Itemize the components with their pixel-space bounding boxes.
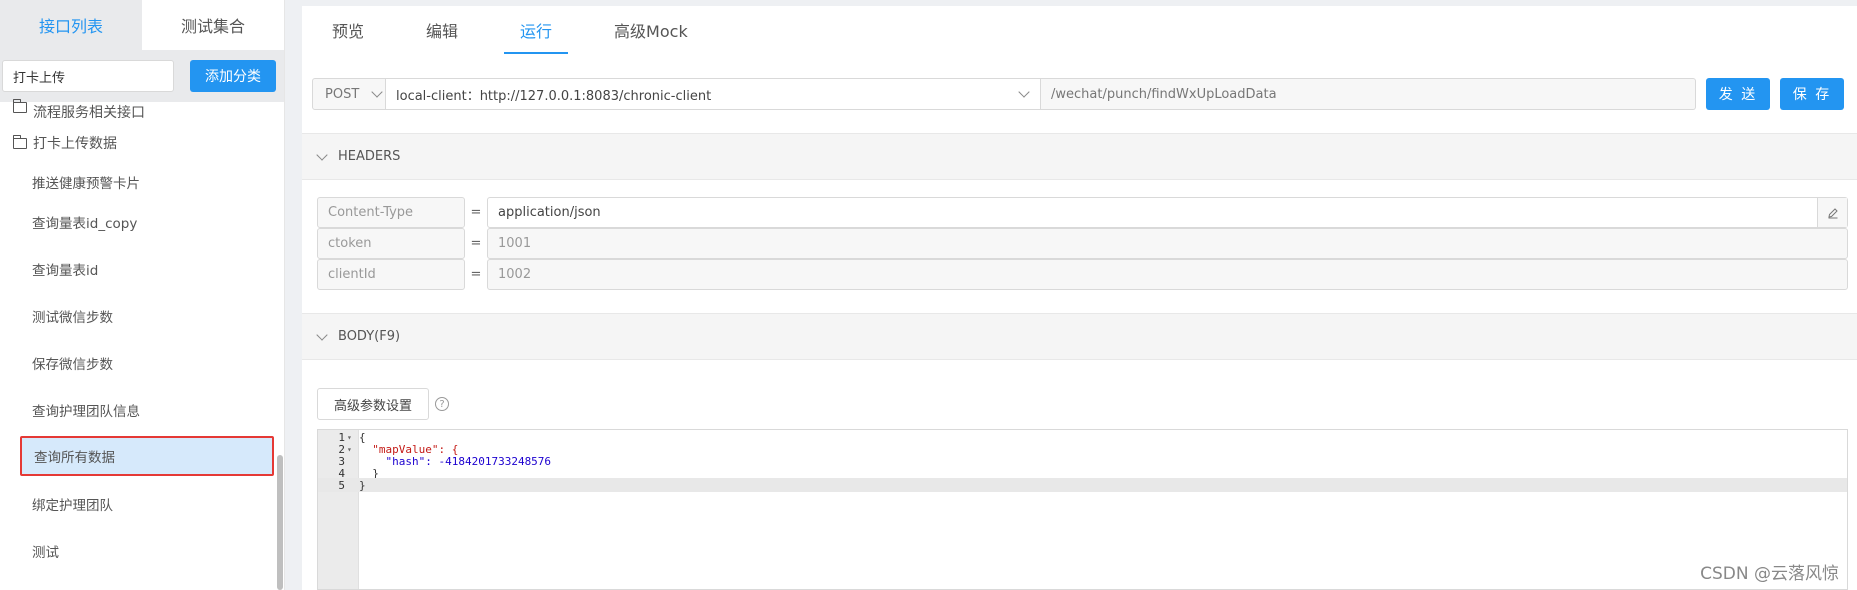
- tab-test-collection[interactable]: 测试集合: [142, 0, 284, 50]
- env-select[interactable]: local-client：http://127.0.0.1:8083/chron…: [386, 78, 1041, 110]
- list-item[interactable]: 查询护理团队信息: [0, 386, 284, 433]
- sidebar-scrollbar[interactable]: [277, 455, 283, 590]
- edit-icon[interactable]: [1817, 198, 1847, 227]
- folder-icon: [12, 134, 27, 149]
- method-select[interactable]: POST: [312, 78, 386, 110]
- sidebar-toolbar: 添加分类: [0, 50, 284, 102]
- list-item[interactable]: 绑定护理团队: [0, 480, 284, 527]
- search-input[interactable]: [2, 60, 174, 92]
- watermark: CSDN @云落风惊: [1700, 564, 1839, 584]
- folder-process-service[interactable]: 流程服务相关接口: [0, 99, 284, 121]
- method-value: POST: [325, 86, 360, 102]
- tab-advanced-mock[interactable]: 高级Mock: [598, 6, 704, 54]
- sidebar-tabs: 接口列表 测试集合: [0, 0, 284, 50]
- list-item[interactable]: 查询量表id: [0, 245, 284, 292]
- header-value: 1001: [487, 228, 1848, 259]
- equals-sign: =: [470, 205, 482, 220]
- folder-icon: [12, 99, 27, 113]
- tab-preview[interactable]: 预览: [316, 6, 380, 54]
- body-title: BODY(F9): [338, 329, 401, 344]
- advanced-params-button[interactable]: 高级参数设置: [317, 388, 429, 420]
- list-item[interactable]: 保存微信步数: [0, 339, 284, 386]
- path-input[interactable]: /wechat/punch/findWxUpLoadData: [1041, 78, 1696, 110]
- header-row: Content-Type = application/json: [317, 197, 1848, 228]
- code-line-active: 5 }: [318, 478, 1847, 492]
- header-value: application/json: [498, 205, 601, 220]
- interface-tree: 流程服务相关接口 打卡上传数据 推送健康预警卡片 查询量表id_copy 查询量…: [0, 99, 284, 574]
- headers-section-header[interactable]: HEADERS: [302, 133, 1857, 180]
- folder-label: 打卡上传数据: [33, 136, 117, 152]
- list-item[interactable]: 推送健康预警卡片: [0, 166, 284, 198]
- list-item[interactable]: 测试: [0, 527, 284, 574]
- fold-arrow-icon[interactable]: ▾: [347, 445, 357, 454]
- chevron-down-icon: [316, 328, 328, 341]
- headers-title: HEADERS: [338, 149, 401, 164]
- main-panel: 预览 编辑 运行 高级Mock POST local-client：http:/…: [302, 6, 1857, 590]
- tab-run[interactable]: 运行: [504, 6, 569, 54]
- header-row: ctoken = 1001: [317, 228, 1848, 259]
- header-key: clientId: [317, 259, 465, 290]
- list-item[interactable]: 测试微信步数: [0, 292, 284, 339]
- code-text: }: [359, 478, 366, 492]
- help-icon[interactable]: ?: [435, 397, 449, 411]
- add-category-button[interactable]: 添加分类: [190, 60, 276, 92]
- chevron-down-icon: [371, 86, 383, 98]
- header-key: ctoken: [317, 228, 465, 259]
- equals-sign: =: [470, 267, 482, 282]
- body-code-editor[interactable]: 1 ▾ { 2 ▾ "mapValue": { 3 "hash": -41842…: [317, 429, 1848, 590]
- body-section-header[interactable]: BODY(F9): [302, 313, 1857, 360]
- tab-interface-list[interactable]: 接口列表: [0, 0, 142, 50]
- folder-label: 流程服务相关接口: [33, 105, 145, 121]
- folder-punch-upload[interactable]: 打卡上传数据: [0, 120, 284, 166]
- request-url-bar: POST local-client：http://127.0.0.1:8083/…: [312, 78, 1848, 110]
- header-value-field[interactable]: application/json: [487, 197, 1848, 228]
- tab-edit[interactable]: 编辑: [410, 6, 474, 54]
- sidebar: 接口列表 测试集合 添加分类 流程服务相关接口 打卡上传数据 推送健康预警卡片 …: [0, 0, 285, 590]
- save-button[interactable]: 保 存: [1780, 78, 1844, 110]
- fold-arrow-icon[interactable]: ▾: [347, 433, 357, 442]
- send-button[interactable]: 发 送: [1706, 78, 1770, 110]
- main-tabs: 预览 编辑 运行 高级Mock: [302, 6, 1857, 54]
- equals-sign: =: [470, 236, 482, 251]
- chevron-down-icon: [316, 148, 328, 161]
- header-value: 1002: [487, 259, 1848, 290]
- env-value: local-client：http://127.0.0.1:8083/chron…: [396, 88, 712, 104]
- chevron-down-icon: [1018, 86, 1030, 98]
- header-key: Content-Type: [317, 197, 465, 228]
- list-item-selected[interactable]: 查询所有数据: [20, 436, 274, 476]
- header-row: clientId = 1002: [317, 259, 1848, 290]
- line-number: 5: [338, 478, 345, 492]
- list-item[interactable]: 查询量表id_copy: [0, 198, 284, 245]
